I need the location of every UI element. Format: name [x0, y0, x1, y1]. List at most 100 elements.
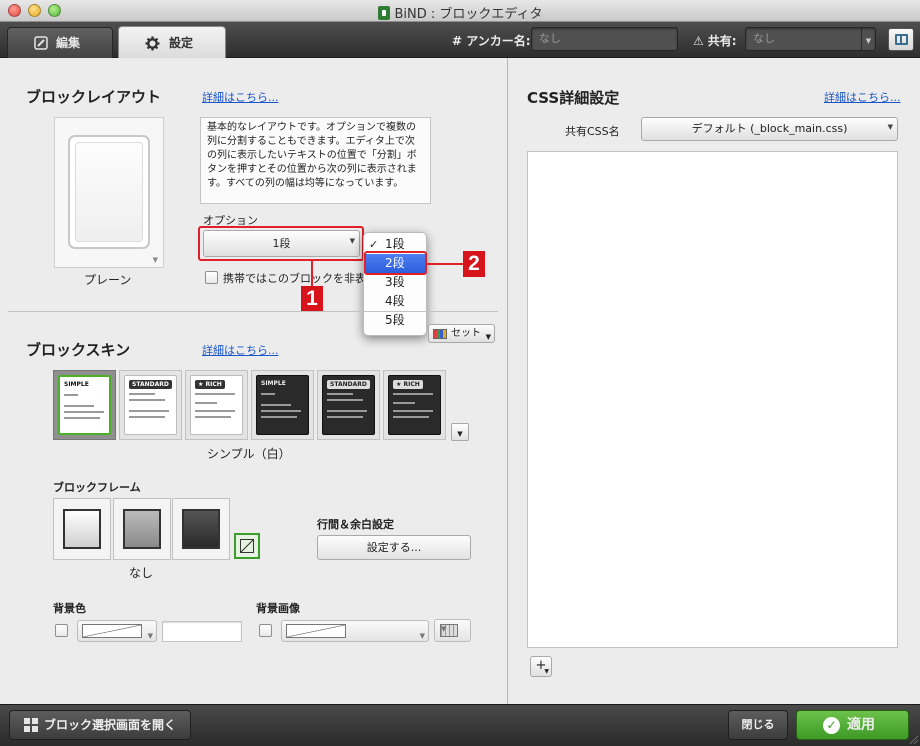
dropdown-item-label: 1段	[385, 237, 405, 251]
resize-grip-icon[interactable]	[908, 734, 918, 744]
skin-rich-white[interactable]: ★ RICH	[185, 370, 248, 440]
skin-line	[64, 411, 104, 413]
top-toolbar: 編集 設定 # アンカー名: なし ⚠ 共有: なし ▼	[0, 22, 920, 58]
callout-1-line	[311, 261, 313, 287]
block-skin-detail-link[interactable]: 詳細はこちら...	[202, 342, 279, 358]
check-circle-icon: ✓	[823, 717, 840, 734]
dropdown-item-5[interactable]: 5段	[364, 311, 426, 330]
skin-more-button[interactable]: ▼	[451, 423, 469, 441]
mobile-hide-checkbox[interactable]	[205, 271, 218, 284]
share-select[interactable]: なし ▼	[745, 27, 876, 51]
chevron-down-icon: ▼	[147, 632, 153, 640]
skin-standard-black[interactable]: STANDARD	[317, 370, 380, 440]
skin-title: SIMPLE	[64, 381, 89, 388]
bg-image-select[interactable]: ▼	[281, 620, 429, 642]
dropdown-item-label: 4段	[385, 294, 405, 308]
bottom-bar: ブロック選択画面を開く 閉じる ✓ 適用	[0, 704, 920, 746]
anchor-input[interactable]: なし	[531, 27, 678, 51]
open-block-selector-button[interactable]: ブロック選択画面を開く	[9, 710, 191, 740]
apply-button[interactable]: ✓ 適用	[796, 710, 909, 740]
skin-line	[129, 416, 165, 418]
chevron-down-icon: ▼	[485, 333, 491, 341]
skin-title: ★ RICH	[195, 380, 225, 389]
bg-color-select[interactable]: ▼	[77, 620, 157, 642]
share-label: 共有:	[707, 34, 737, 48]
chevron-down-icon: ▼	[419, 632, 425, 640]
skin-line	[261, 404, 291, 406]
skin-line	[393, 410, 433, 412]
skin-line	[261, 393, 275, 395]
css-editor-textarea[interactable]	[527, 151, 898, 648]
dropdown-item-3[interactable]: 3段	[364, 273, 426, 292]
skin-line	[261, 410, 301, 412]
skin-preview: SIMPLE	[58, 375, 111, 435]
tab-edit[interactable]: 編集	[7, 27, 113, 58]
selected-frame-name: なし	[129, 566, 154, 580]
frame-option-gray[interactable]	[113, 498, 171, 560]
chevron-down-icon: ▼	[544, 668, 549, 675]
selected-skin-name: シンプル（白）	[207, 447, 291, 461]
skin-preview: STANDARD	[124, 375, 177, 435]
block-layout-heading: ブロックレイアウト	[26, 88, 162, 106]
callout-1-badge: 1	[301, 286, 323, 312]
layout-preview: ▼	[54, 117, 164, 268]
skin-line	[64, 417, 100, 419]
frame-option-light[interactable]	[53, 498, 111, 560]
skin-title: ★ RICH	[393, 380, 423, 389]
bg-color-input[interactable]	[162, 621, 242, 642]
gear-icon	[145, 36, 160, 51]
section-divider	[8, 311, 498, 312]
skin-rich-black[interactable]: ★ RICH	[383, 370, 446, 440]
shared-css-select[interactable]: デフォルト (_block_main.css) ▼	[641, 117, 898, 141]
skin-set-button[interactable]: セット ▼	[428, 324, 495, 343]
skin-preview: ★ RICH	[190, 375, 243, 435]
css-detail-link[interactable]: 詳細はこちら...	[824, 89, 901, 105]
skin-simple-white[interactable]: SIMPLE	[53, 370, 116, 440]
skin-simple-black[interactable]: SIMPLE	[251, 370, 314, 440]
skin-title: SIMPLE	[261, 380, 286, 387]
skin-line	[327, 416, 363, 418]
bg-image-position-button[interactable]: ▼	[434, 619, 471, 642]
bg-color-checkbox[interactable]	[55, 624, 68, 637]
skin-line	[327, 410, 367, 412]
frame-option-dark[interactable]	[172, 498, 230, 560]
skin-line	[261, 416, 297, 418]
no-frame-icon	[240, 539, 254, 553]
tab-edit-label: 編集	[56, 36, 81, 50]
block-skin-heading: ブロックスキン	[26, 341, 131, 359]
tab-settings-label: 設定	[169, 36, 194, 50]
block-layout-detail-link[interactable]: 詳細はこちら...	[202, 89, 279, 105]
anchor-label: # アンカー名:	[452, 34, 531, 48]
image-swatch	[286, 624, 346, 638]
dropdown-item-4[interactable]: 4段	[364, 292, 426, 311]
skin-line	[129, 399, 165, 401]
skin-set-label: セット	[451, 328, 481, 339]
skin-line	[327, 399, 363, 401]
skin-list: SIMPLE STANDARD ★ RICH SIMPLE STANDARD ★…	[53, 370, 448, 442]
skin-line	[195, 416, 231, 418]
chevron-down-icon: ▼	[440, 624, 458, 637]
frame-option-none[interactable]	[234, 533, 260, 559]
share-icon: ⚠	[693, 34, 704, 48]
dropdown-item-label: 5段	[385, 313, 405, 327]
tab-settings[interactable]: 設定	[118, 26, 226, 58]
callout-2-highlight	[364, 251, 427, 275]
skin-line	[393, 416, 429, 418]
skin-standard-white[interactable]: STANDARD	[119, 370, 182, 440]
bg-image-checkbox[interactable]	[259, 624, 272, 637]
color-swatch	[82, 624, 142, 638]
skin-preview: ★ RICH	[388, 375, 441, 435]
skin-line	[64, 405, 94, 407]
open-block-selector-label: ブロック選択画面を開く	[44, 718, 177, 732]
close-button[interactable]: 閉じる	[728, 710, 788, 740]
skin-title: STANDARD	[327, 380, 370, 389]
skin-line	[327, 393, 353, 395]
skin-line	[195, 410, 235, 412]
callout-2-badge: 2	[463, 251, 485, 277]
callout-2-line	[427, 263, 463, 265]
skin-title: STANDARD	[129, 380, 172, 389]
spacing-settings-button[interactable]: 設定する...	[317, 535, 471, 560]
add-css-button[interactable]: + ▼	[530, 656, 552, 677]
apply-label: 適用	[847, 717, 875, 733]
manual-book-button[interactable]	[888, 28, 914, 51]
